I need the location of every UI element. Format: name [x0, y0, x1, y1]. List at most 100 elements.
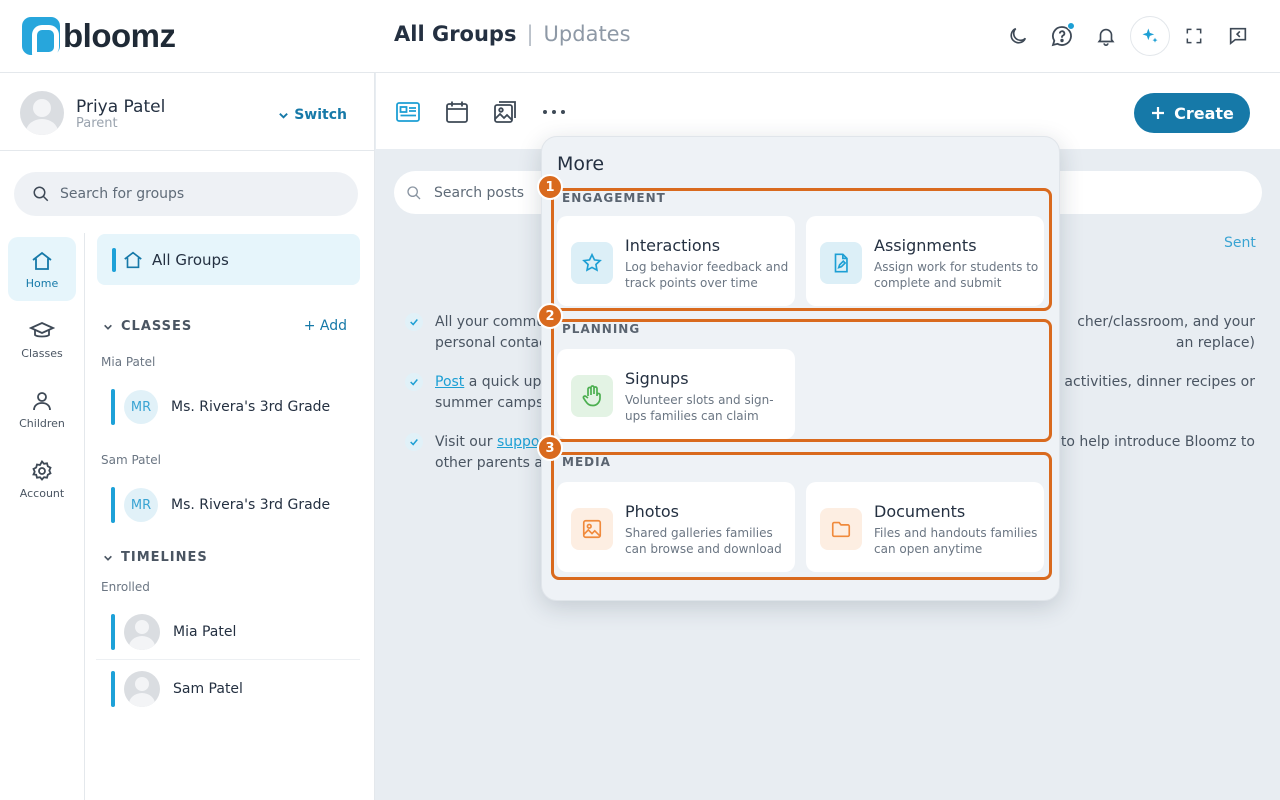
add-label: Add — [319, 318, 347, 334]
row-indicator — [111, 487, 115, 523]
group-search-input[interactable]: Search for groups — [14, 172, 358, 216]
class-initials: MR — [124, 390, 158, 424]
check-icon — [405, 433, 423, 451]
tip-text-start: All your commu — [435, 314, 546, 330]
folder-icon — [820, 508, 862, 550]
switch-button[interactable]: Switch — [278, 107, 347, 123]
child-label: Mia Patel — [101, 355, 156, 369]
post-search-placeholder: Search posts — [434, 184, 525, 201]
documents-card[interactable]: Documents Files and handouts families ca… — [806, 482, 1044, 572]
tip-text-start-rest: a quick upd — [464, 374, 551, 390]
calendar-icon[interactable] — [442, 97, 472, 127]
class-item[interactable]: MR Ms. Rivera's 3rd Grade — [96, 383, 360, 431]
create-label: Create — [1174, 103, 1234, 123]
help-chat-icon[interactable] — [1042, 16, 1082, 56]
tip-text-end: s to help introduce Bloomz to — [1049, 434, 1255, 450]
row-indicator — [111, 389, 115, 425]
rail-children[interactable]: Children — [8, 377, 76, 441]
card-description: Shared galleries families can browse and… — [625, 526, 782, 556]
row-indicator — [111, 671, 115, 707]
rail-classes[interactable]: Classes — [8, 307, 76, 371]
media-group: MEDIA Photos Shared galleries families c… — [551, 452, 1052, 580]
signups-card[interactable]: Signups Volunteer slots and sign-ups fam… — [557, 349, 795, 439]
logo-text: bloomz — [63, 17, 176, 54]
chevron-down-icon — [104, 555, 112, 561]
rail-classes-label: Classes — [21, 346, 63, 360]
more-menu: More ENGAGEMENT Interactions Log behavio… — [537, 136, 1060, 601]
create-button[interactable]: Create — [1134, 93, 1250, 133]
tip-text-end: cher/classroom, and your — [1077, 314, 1255, 330]
switch-label: Switch — [294, 107, 347, 123]
class-name: Ms. Rivera's 3rd Grade — [171, 399, 331, 415]
avatar[interactable] — [20, 91, 64, 135]
timeline-name: Mia Patel — [173, 624, 237, 640]
divider — [96, 659, 360, 660]
left-panel: Priya Patel Parent Switch Search for gro… — [0, 73, 375, 800]
group-label: PLANNING — [562, 322, 641, 336]
timeline-item[interactable]: Sam Patel — [96, 665, 360, 713]
home-icon — [32, 251, 52, 270]
classes-section-toggle[interactable]: CLASSES — [103, 319, 192, 334]
interactions-card[interactable]: Interactions Log behavior feedback and t… — [557, 216, 795, 306]
timelines-header: TIMELINES — [121, 550, 208, 565]
planning-group: PLANNING Signups Volunteer slots and sig… — [551, 319, 1052, 442]
news-icon[interactable] — [393, 97, 423, 127]
tip-text-start: personal contac — [435, 335, 547, 351]
plus-icon — [1152, 107, 1165, 119]
class-initials: MR — [124, 488, 158, 522]
assignments-card[interactable]: Assignments Assign work for students to … — [806, 216, 1044, 306]
home-icon — [124, 251, 142, 268]
fullscreen-icon[interactable] — [1174, 16, 1214, 56]
collapse-panel-icon[interactable] — [1218, 16, 1258, 56]
step-badge: 1 — [537, 174, 563, 200]
user-name: Priya Patel — [76, 97, 166, 117]
gallery-icon[interactable] — [490, 97, 520, 127]
sparkle-icon[interactable] — [1130, 16, 1170, 56]
timeline-name: Sam Patel — [173, 681, 243, 697]
more-menu-title: More — [557, 153, 605, 175]
all-groups-item[interactable]: All Groups — [97, 234, 360, 285]
rail-home[interactable]: Home — [8, 237, 76, 301]
rail-account-label: Account — [19, 486, 65, 500]
card-title: Photos — [625, 502, 679, 521]
card-description: Files and handouts families can open any… — [874, 526, 1038, 556]
star-icon — [571, 242, 613, 284]
group-label: ENGAGEMENT — [562, 191, 666, 205]
search-icon — [407, 185, 421, 199]
rail-home-label: Home — [25, 276, 59, 290]
sent-tab[interactable]: Sent — [1224, 235, 1256, 251]
class-name: Ms. Rivera's 3rd Grade — [171, 497, 331, 513]
photo-icon — [571, 508, 613, 550]
moon-icon[interactable] — [998, 16, 1038, 56]
class-item[interactable]: MR Ms. Rivera's 3rd Grade — [96, 481, 360, 529]
top-header: bloomz All Groups | Updates — [0, 0, 1280, 73]
avatar — [124, 614, 160, 650]
bell-icon[interactable] — [1086, 16, 1126, 56]
group-search-placeholder: Search for groups — [60, 186, 185, 202]
notification-dot — [1067, 22, 1075, 30]
engagement-group: ENGAGEMENT Interactions Log behavior fee… — [551, 188, 1052, 311]
tip-text-start: Post a quick upd — [435, 372, 550, 393]
user-role: Parent — [76, 116, 118, 131]
chevron-down-icon — [104, 324, 112, 330]
card-title: Documents — [874, 502, 966, 521]
timeline-item[interactable]: Mia Patel — [96, 608, 360, 656]
tip-text-start-lead: Visit our — [435, 434, 497, 450]
row-indicator — [111, 614, 115, 650]
post-link[interactable]: Post — [435, 374, 464, 390]
card-description: Log behavior feedback and track points o… — [625, 260, 789, 290]
photos-card[interactable]: Photos Shared galleries families can bro… — [557, 482, 795, 572]
more-icon[interactable] — [539, 97, 569, 127]
search-icon — [33, 186, 49, 202]
hand-icon — [571, 375, 613, 417]
card-title: Assignments — [874, 236, 977, 255]
add-class-button[interactable]: + Add — [304, 318, 347, 334]
check-icon — [405, 373, 423, 391]
page-subtitle[interactable]: Updates — [544, 22, 631, 46]
nav-rail: Home Classes Children Account — [0, 233, 85, 800]
bloomz-logo[interactable]: bloomz — [22, 17, 176, 57]
timelines-section-toggle[interactable]: TIMELINES — [103, 550, 208, 565]
active-indicator — [112, 247, 116, 272]
rail-children-label: Children — [19, 416, 65, 430]
rail-account[interactable]: Account — [8, 447, 76, 511]
